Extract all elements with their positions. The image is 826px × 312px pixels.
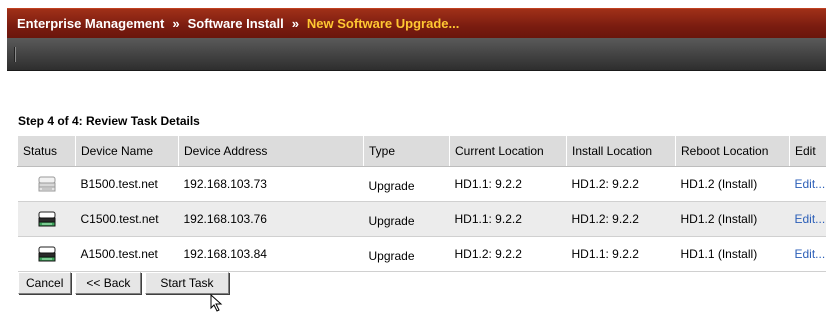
edit-cell: Edit...: [789, 166, 826, 202]
column-header-status: Status: [17, 135, 76, 167]
column-header-type: Type: [363, 135, 450, 167]
install-location-cell: HD1.1: 9.2.2: [566, 236, 676, 272]
toolbar: [7, 38, 826, 71]
edit-link[interactable]: Edit...: [795, 247, 826, 261]
column-header-install-location: Install Location: [566, 135, 676, 167]
table-row: C1500.test.net 192.168.103.76 Upgrade HD…: [17, 201, 826, 237]
column-header-device-name: Device Name: [75, 135, 179, 167]
install-location-cell: HD1.2: 9.2.2: [566, 201, 676, 237]
device-name-cell: A1500.test.net: [75, 236, 179, 272]
column-header-edit: Edit: [789, 135, 826, 167]
column-header-current-location: Current Location: [449, 135, 567, 167]
step-title: Step 4 of 4: Review Task Details: [18, 114, 200, 128]
server-inactive-icon: [38, 176, 55, 192]
current-location-cell: HD1.1: 9.2.2: [449, 166, 567, 202]
column-header-reboot-location: Reboot Location: [675, 135, 790, 167]
device-address-cell: 192.168.103.73: [178, 166, 364, 202]
mouse-cursor-icon: [210, 294, 223, 312]
toolbar-grip: [14, 47, 16, 62]
edit-link[interactable]: Edit...: [795, 177, 826, 191]
status-cell: [17, 166, 76, 202]
device-name-cell: C1500.test.net: [75, 201, 179, 237]
install-location-cell: HD1.2: 9.2.2: [566, 166, 676, 202]
table-row: A1500.test.net 192.168.103.84 Upgrade HD…: [17, 236, 826, 272]
breadcrumb-item-enterprise-management[interactable]: Enterprise Management: [17, 16, 164, 31]
current-location-cell: HD1.1: 9.2.2: [449, 201, 567, 237]
cancel-button[interactable]: Cancel: [18, 272, 72, 294]
type-cell: Upgrade: [363, 201, 450, 237]
task-table: Status Device Name Device Address Type C…: [17, 135, 826, 272]
table-row: B1500.test.net 192.168.103.73 Upgrade HD…: [17, 166, 826, 202]
type-cell: Upgrade: [363, 236, 450, 272]
start-task-button[interactable]: Start Task: [145, 272, 229, 294]
reboot-location-cell: HD1.1 (Install): [675, 236, 790, 272]
breadcrumb-item-current: New Software Upgrade...: [306, 16, 460, 31]
server-active-icon: [38, 211, 55, 227]
reboot-location-cell: HD1.2 (Install): [675, 201, 790, 237]
breadcrumb: Enterprise Management » Software Install…: [7, 8, 826, 38]
type-cell: Upgrade: [363, 166, 450, 202]
breadcrumb-item-software-install[interactable]: Software Install: [188, 16, 284, 31]
current-location-cell: HD1.2: 9.2.2: [449, 236, 567, 272]
column-header-device-address: Device Address: [178, 135, 364, 167]
reboot-location-cell: HD1.2 (Install): [675, 166, 790, 202]
edit-cell: Edit...: [789, 236, 826, 272]
breadcrumb-separator: »: [291, 16, 299, 31]
breadcrumb-separator: »: [172, 16, 180, 31]
table-header-row: Status Device Name Device Address Type C…: [17, 135, 826, 167]
status-cell: [17, 236, 76, 272]
edit-link[interactable]: Edit...: [795, 212, 826, 226]
action-buttons: Cancel << Back Start Task: [18, 272, 229, 294]
device-address-cell: 192.168.103.76: [178, 201, 364, 237]
back-button[interactable]: << Back: [75, 272, 142, 294]
status-cell: [17, 201, 76, 237]
server-active-icon: [38, 246, 55, 262]
edit-cell: Edit...: [789, 201, 826, 237]
device-address-cell: 192.168.103.84: [178, 236, 364, 272]
device-name-cell: B1500.test.net: [75, 166, 179, 202]
